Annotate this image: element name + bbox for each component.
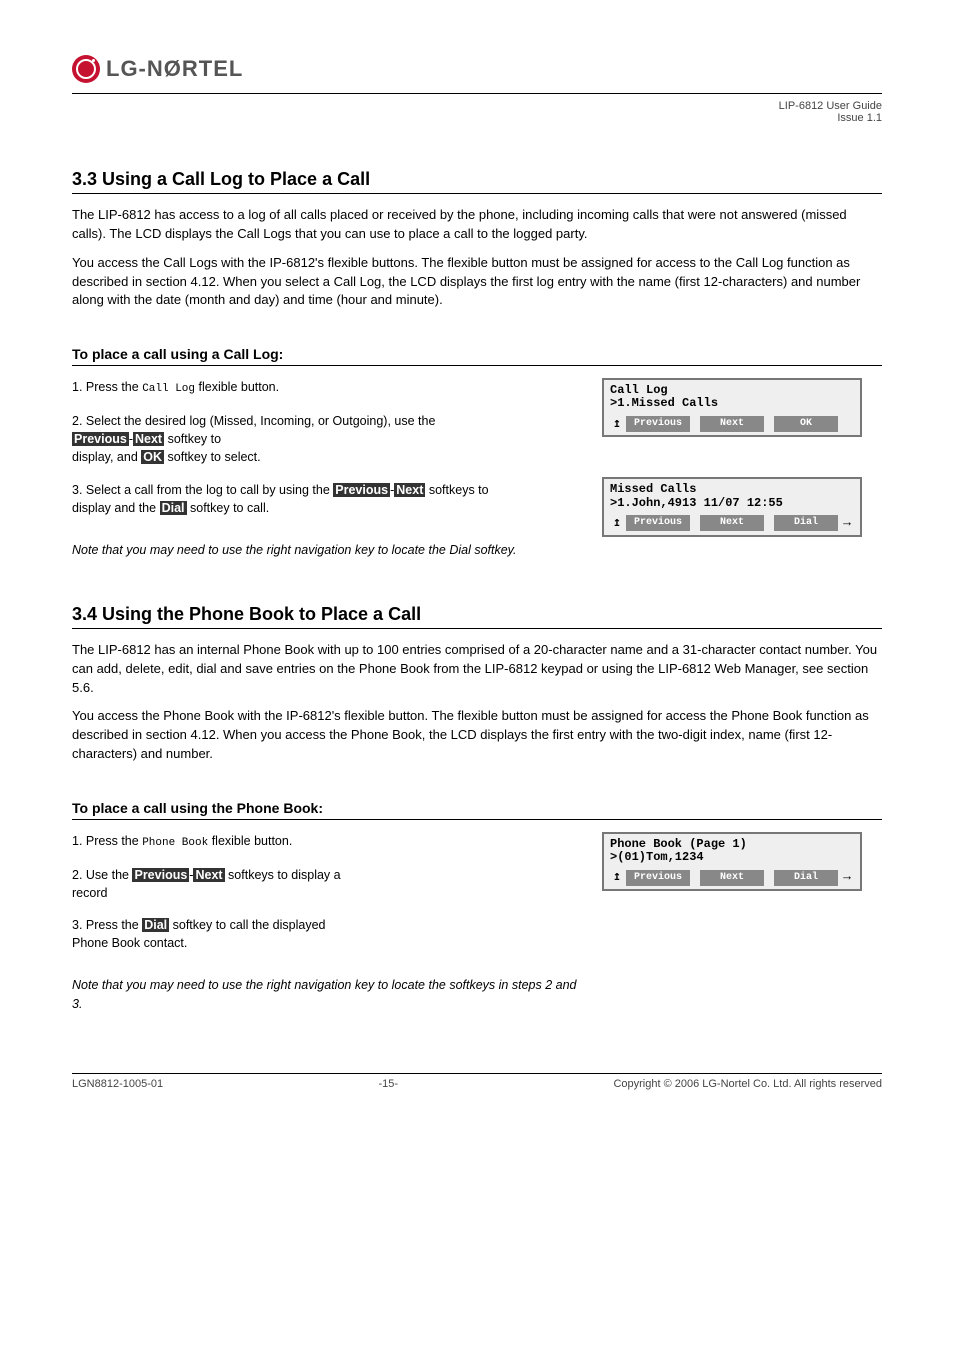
lcd2-b1: Previous: [626, 515, 690, 532]
up-arrow-icon3: ↥: [610, 868, 624, 887]
steps-title-33: To place a call using a Call Log:: [72, 346, 882, 366]
s34-2c: record: [72, 886, 107, 900]
s34-3c: Phone Book contact.: [72, 936, 187, 950]
steps-left-33: 1. Press the Call Log flexible button. 2…: [72, 378, 582, 559]
up-arrow-icon2: ↥: [610, 514, 624, 533]
section-body-34: The LIP-6812 has an internal Phone Book …: [72, 641, 882, 764]
logo-icon: [72, 55, 100, 83]
right-arrow-icon: →: [840, 514, 854, 533]
footer-center: -15-: [379, 1078, 399, 1090]
steps-body-33: 1. Press the Call Log flexible button. 2…: [72, 378, 882, 559]
step-34-2: 2. Use the Previous-Next softkeys to dis…: [72, 866, 582, 902]
phone-book-callout: Phone Book: [142, 837, 208, 849]
next-hl-34: Next: [193, 868, 224, 882]
lcd1-b2: Next: [700, 416, 764, 433]
s34-2a: Use the: [86, 868, 129, 882]
step-33-3: 3. Select a call from the log to call by…: [72, 481, 582, 517]
para-33-1: The LIP-6812 has access to a log of all …: [72, 206, 882, 244]
s2d: softkey to select.: [168, 450, 261, 464]
s34-1b: flexible button.: [212, 834, 293, 848]
lcd-missed-calls: Missed Calls >1.John,4913 11/07 12:55 ↥ …: [602, 477, 862, 536]
steps-title-34: To place a call using the Phone Book:: [72, 800, 882, 820]
previous-softkey-hl2: Previous: [333, 483, 390, 497]
lcd3-b3: Dial: [774, 870, 838, 887]
s2c: display, and: [72, 450, 138, 464]
header-meta: LIP-6812 User Guide Issue 1.1: [72, 100, 882, 124]
steps-right-33: Call Log >1.Missed Calls ↥ Previous Next…: [602, 378, 882, 554]
lcd1-buttons: ↥ Previous Next OK: [610, 415, 854, 434]
lcd2-b3: Dial: [774, 515, 838, 532]
s2a: Select the desired log (Missed, Incoming…: [86, 414, 436, 428]
para-34-1: The LIP-6812 has an internal Phone Book …: [72, 641, 882, 698]
up-arrow-icon: ↥: [610, 415, 624, 434]
lcd-call-log: Call Log >1.Missed Calls ↥ Previous Next…: [602, 378, 862, 437]
section-body-33: The LIP-6812 has access to a log of all …: [72, 206, 882, 310]
next-softkey-hl: Next: [133, 432, 164, 446]
step-34-1: 1. Press the Phone Book flexible button.: [72, 832, 582, 852]
note-33: Note that you may need to use the right …: [72, 541, 582, 559]
footer-left: LGN8812-1005-01: [72, 1078, 163, 1090]
footer-right: Copyright © 2006 LG-Nortel Co. Ltd. All …: [613, 1078, 882, 1090]
logo-text: LG-NØRTEL: [106, 56, 243, 82]
header-row: LG-NØRTEL: [72, 55, 882, 94]
s34-2b: softkeys to display a: [228, 868, 341, 882]
steps-left-34: 1. Press the Phone Book flexible button.…: [72, 832, 582, 1013]
call-log-callout: Call Log: [142, 383, 195, 395]
s34-3b: softkey to call the displayed: [173, 918, 326, 932]
lcd3-b1: Previous: [626, 870, 690, 887]
s2b: softkey to: [168, 432, 222, 446]
s3d: softkey to call.: [190, 501, 269, 515]
ok-softkey-hl: OK: [141, 450, 164, 464]
section-title-34: 3.4 Using the Phone Book to Place a Call: [72, 604, 882, 629]
s1a: Press the: [86, 380, 139, 394]
s3c: display and the: [72, 501, 156, 515]
dial-softkey-hl: Dial: [160, 501, 187, 515]
step-34-3: 3. Press the Dial softkey to call the di…: [72, 916, 582, 952]
s3b: softkeys to: [429, 483, 489, 497]
issue-label: Issue 1.1: [837, 112, 882, 124]
document-page: LG-NØRTEL LIP-6812 User Guide Issue 1.1 …: [0, 0, 954, 1130]
lcd2-buttons: ↥ Previous Next Dial →: [610, 514, 854, 533]
right-arrow-icon2: →: [840, 868, 854, 887]
lcd2-l2: >1.John,4913 11/07 12:55: [610, 497, 854, 510]
previous-softkey-hl: Previous: [72, 432, 129, 446]
next-softkey-hl2: Next: [394, 483, 425, 497]
lcd-phone-book: Phone Book (Page 1) >(01)Tom,1234 ↥ Prev…: [602, 832, 862, 891]
para-34-2: You access the Phone Book with the IP-68…: [72, 707, 882, 764]
lcd1-l2: >1.Missed Calls: [610, 397, 854, 410]
section-title-33: 3.3 Using a Call Log to Place a Call: [72, 169, 882, 194]
step-33-1: 1. Press the Call Log flexible button.: [72, 378, 582, 398]
note-34: Note that you may need to use the right …: [72, 976, 582, 1012]
steps-body-34: 1. Press the Phone Book flexible button.…: [72, 832, 882, 1013]
lcd1-b1: Previous: [626, 416, 690, 433]
dial-hl-34: Dial: [142, 918, 169, 932]
lcd3-b2: Next: [700, 870, 764, 887]
lcd3-l2: >(01)Tom,1234: [610, 851, 854, 864]
lcd1-b3: OK: [774, 416, 838, 433]
s3a: Select a call from the log to call by us…: [86, 483, 330, 497]
lcd3-buttons: ↥ Previous Next Dial →: [610, 868, 854, 887]
s34-1a: Press the: [86, 834, 139, 848]
page-footer: LGN8812-1005-01 -15- Copyright © 2006 LG…: [72, 1073, 882, 1090]
steps-right-34: Phone Book (Page 1) >(01)Tom,1234 ↥ Prev…: [602, 832, 882, 909]
product-label: LIP-6812 User Guide: [779, 100, 882, 112]
para-33-2: You access the Call Logs with the IP-681…: [72, 254, 882, 311]
prev-hl-34: Previous: [132, 868, 189, 882]
lcd2-l1: Missed Calls: [610, 483, 854, 496]
s34-3a: Press the: [86, 918, 139, 932]
step-33-2: 2. Select the desired log (Missed, Incom…: [72, 412, 582, 466]
s1b: flexible button.: [199, 380, 280, 394]
lcd2-b2: Next: [700, 515, 764, 532]
